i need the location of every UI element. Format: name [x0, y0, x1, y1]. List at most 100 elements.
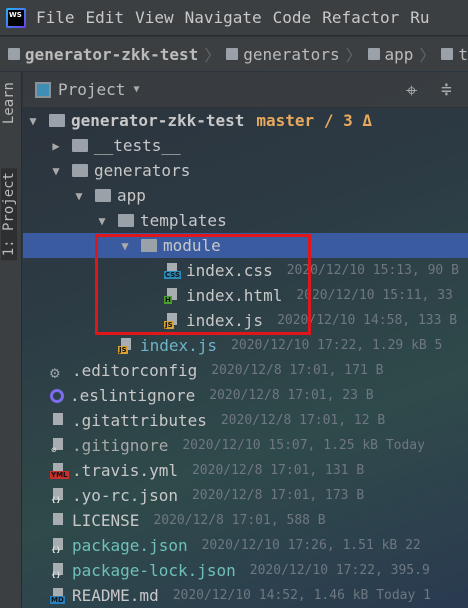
- tree-item-label: .editorconfig: [72, 361, 198, 380]
- file-icon: {}: [50, 537, 66, 554]
- tree-item-label: package-lock.json: [72, 561, 236, 580]
- expanded-arrow-icon[interactable]: ▼: [73, 189, 85, 203]
- file-icon: YML: [50, 462, 69, 479]
- tree-file[interactable]: YML .travis.yml 2020/12/8 17:01, 131 B: [23, 458, 468, 483]
- expanded-arrow-icon[interactable]: ▼: [96, 214, 108, 228]
- file-metadata: 2020/12/8 17:01, 23 B: [209, 388, 374, 403]
- tree-file[interactable]: LICENSE 2020/12/8 17:01, 588 B: [23, 508, 468, 533]
- file-metadata: 2020/12/10 17:22, 395.9: [249, 563, 430, 578]
- tree-file[interactable]: {} package-lock.json 2020/12/10 17:22, 395…: [23, 558, 468, 583]
- file-type-badge: MD: [50, 595, 65, 604]
- project-view-icon: [35, 81, 51, 98]
- tree-file[interactable]: {} .yo-rc.json 2020/12/8 17:01, 173 B: [23, 483, 468, 508]
- folder-icon: [8, 48, 20, 60]
- tree-file[interactable]: .eslintignore 2020/12/8 17:01, 23 B: [23, 383, 468, 408]
- file-metadata: 2020/12/8 17:01, 171 B: [211, 363, 384, 378]
- tree-folder[interactable]: ▼ generator-zkk-test master / 3 Δ: [23, 108, 468, 133]
- breadcrumb-separator: 〉: [204, 46, 221, 65]
- tree-item-label: .eslintignore: [70, 386, 196, 405]
- folder-icon: [441, 48, 454, 60]
- folder-icon: [72, 164, 88, 177]
- tree-file[interactable]: ⊘ .gitignore 2020/12/10 15:07, 1.25 kB Tod…: [23, 433, 468, 458]
- breadcrumb-separator: 〉: [345, 46, 362, 65]
- folder-icon: [118, 214, 134, 227]
- tree-folder[interactable]: ▼ templates: [23, 208, 468, 233]
- tree-item-label: .gitignore: [72, 436, 169, 455]
- file-icon: {}: [50, 487, 66, 504]
- tree-item-label: templates: [140, 211, 227, 230]
- file-metadata: 2020/12/10 15:11, 33: [296, 288, 453, 303]
- collapse-all-icon[interactable]: ≑: [441, 79, 452, 100]
- menu-refactor[interactable]: Refactor: [322, 8, 399, 27]
- tree-item-label: generators: [94, 161, 191, 180]
- expanded-arrow-icon[interactable]: ▼: [50, 164, 62, 178]
- menu-code[interactable]: Code: [273, 8, 312, 27]
- menu-bar: WS File Edit View Navigate Code Refactor…: [0, 0, 468, 36]
- folder-icon: [95, 189, 111, 202]
- tree-file[interactable]: .gitattributes 2020/12/8 17:01, 12 B: [23, 408, 468, 433]
- project-view-selector[interactable]: Project: [58, 80, 125, 99]
- tree-item-label: .gitattributes: [72, 411, 207, 430]
- folder-icon: [72, 139, 88, 152]
- breadcrumb-item[interactable]: generator-zkk-test: [25, 45, 198, 64]
- menu-navigate[interactable]: Navigate: [185, 8, 262, 27]
- menu-edit[interactable]: Edit: [86, 8, 125, 27]
- tree-item-label: app: [117, 186, 146, 205]
- file-metadata: 2020/12/10 17:26, 1.51 kB 22: [201, 538, 421, 553]
- webstorm-logo-icon: WS: [6, 7, 26, 28]
- folder-icon: [367, 48, 380, 60]
- tree-file[interactable]: JS index.js 2020/12/10 17:22, 1.29 kB 5: [23, 333, 468, 358]
- file-type-badge: {}: [51, 495, 61, 504]
- breadcrumb-separator: 〉: [419, 46, 436, 65]
- tree-file[interactable]: ⚙ .editorconfig 2020/12/8 17:01, 171 B: [23, 358, 468, 383]
- file-icon: JS: [118, 337, 134, 354]
- tree-item-label: generator-zkk-test: [71, 111, 245, 130]
- tree-folder[interactable]: ▶ __tests__: [23, 133, 468, 158]
- tree-folder[interactable]: ▼ app: [23, 183, 468, 208]
- file-icon: [50, 512, 66, 529]
- menu-run[interactable]: Ru: [410, 8, 429, 27]
- tree-file[interactable]: MD README.md 2020/12/10 14:52, 1.46 kB Tod…: [23, 583, 468, 608]
- file-icon: [50, 412, 66, 429]
- expanded-arrow-icon[interactable]: ▼: [27, 114, 39, 128]
- file-icon: {}: [50, 562, 66, 579]
- file-metadata: 2020/12/8 17:01, 131 B: [191, 463, 365, 478]
- collapsed-arrow-icon[interactable]: ▶: [50, 139, 62, 153]
- file-icon: MD: [50, 587, 66, 604]
- locate-target-icon[interactable]: ⌖: [406, 78, 417, 102]
- menu-file[interactable]: File: [36, 8, 75, 27]
- file-metadata: 2020/12/8 17:01, 173 B: [191, 488, 365, 503]
- file-icon: ⊘: [50, 437, 66, 454]
- file-type-badge: {}: [51, 570, 61, 579]
- file-metadata: 2020/12/10 15:13, 90 B: [286, 263, 459, 278]
- tree-item-label: .yo-rc.json: [72, 486, 178, 505]
- eslint-icon: [50, 388, 64, 403]
- file-metadata: 2020/12/10 17:22, 1.29 kB 5: [231, 338, 443, 353]
- file-type-badge: YML: [50, 470, 69, 479]
- tree-folder[interactable]: ▼ generators: [23, 158, 468, 183]
- breadcrumb-item[interactable]: t: [458, 45, 468, 64]
- file-metadata: 2020/12/8 17:01, 12 B: [220, 413, 386, 428]
- git-branch-label: master / 3 Δ: [256, 111, 372, 130]
- file-metadata: 2020/12/10 14:52, 1.46 kB Today 1: [172, 588, 431, 603]
- tab-project[interactable]: 1: Project: [1, 168, 17, 261]
- breadcrumb-item[interactable]: generators: [243, 45, 339, 64]
- file-metadata: 2020/12/10 15:07, 1.25 kB Today: [182, 438, 425, 453]
- breadcrumb: generator-zkk-test 〉 generators 〉 app 〉 t: [0, 37, 468, 71]
- gear-icon: ⚙: [50, 362, 60, 382]
- red-highlight-box: [95, 234, 311, 335]
- tab-learn[interactable]: Learn: [1, 82, 17, 124]
- tree-item-label: README.md: [72, 586, 159, 605]
- tree-item-label: package.json: [72, 536, 188, 555]
- file-type-badge: {}: [51, 545, 61, 554]
- tree-item-label: .travis.yml: [72, 461, 178, 480]
- tree-item-label: __tests__: [94, 136, 181, 155]
- tree-file[interactable]: {} package.json 2020/12/10 17:26, 1.51 kB …: [23, 533, 468, 558]
- file-type-badge: JS: [118, 345, 128, 354]
- chevron-down-icon[interactable]: ▼: [133, 84, 139, 95]
- file-metadata: 2020/12/8 17:01, 588 B: [153, 513, 326, 528]
- folder-icon: [49, 114, 65, 127]
- menu-view[interactable]: View: [135, 8, 174, 27]
- tree-item-label: index.js: [140, 336, 218, 355]
- breadcrumb-item[interactable]: app: [385, 45, 414, 64]
